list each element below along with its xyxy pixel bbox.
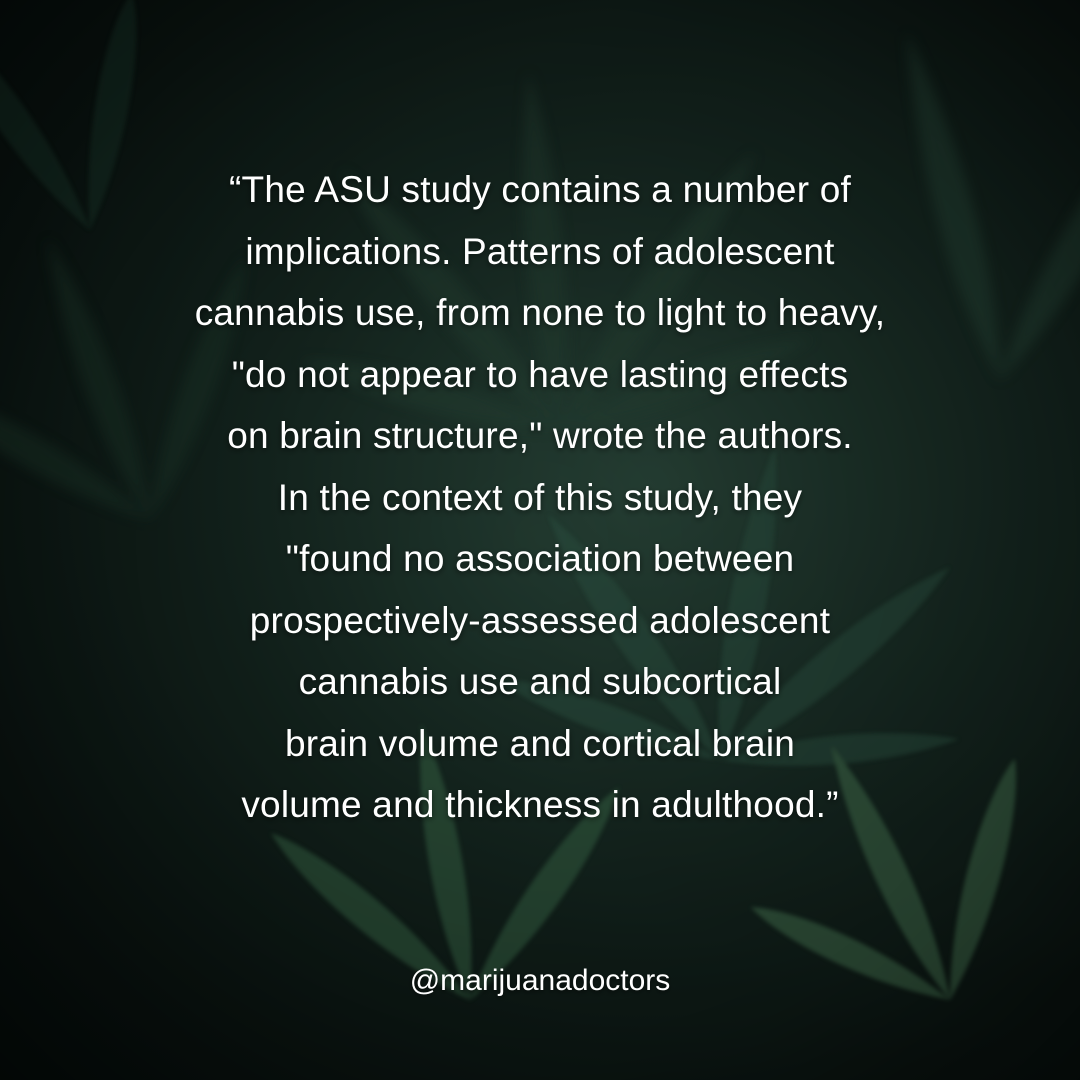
social-handle: @marijuanadoctors xyxy=(409,964,671,997)
quote-line: on brain structure," wrote the authors. xyxy=(227,415,853,456)
quote-line: volume and thickness in adulthood.” xyxy=(241,784,839,825)
quote-line: prospectively-assessed adolescent xyxy=(249,599,831,641)
quote-line: cannabis use, from none to light to heav… xyxy=(194,292,886,333)
quote-line: implications. Patterns of adolescent xyxy=(245,230,835,272)
quote-line: "found no association between xyxy=(285,538,795,579)
quote-line: In the context of this study, they xyxy=(277,476,803,518)
quote-line: “The ASU study contains a number of xyxy=(229,169,851,210)
post-canvas: “The ASU study contains a number of impl… xyxy=(0,0,1080,1080)
quote-line: brain volume and cortical brain xyxy=(284,722,796,764)
quote-line: "do not appear to have lasting effects xyxy=(231,353,849,395)
quote-text: “The ASU study contains a number of impl… xyxy=(40,159,1040,836)
quote-line: cannabis use and subcortical xyxy=(298,661,782,702)
